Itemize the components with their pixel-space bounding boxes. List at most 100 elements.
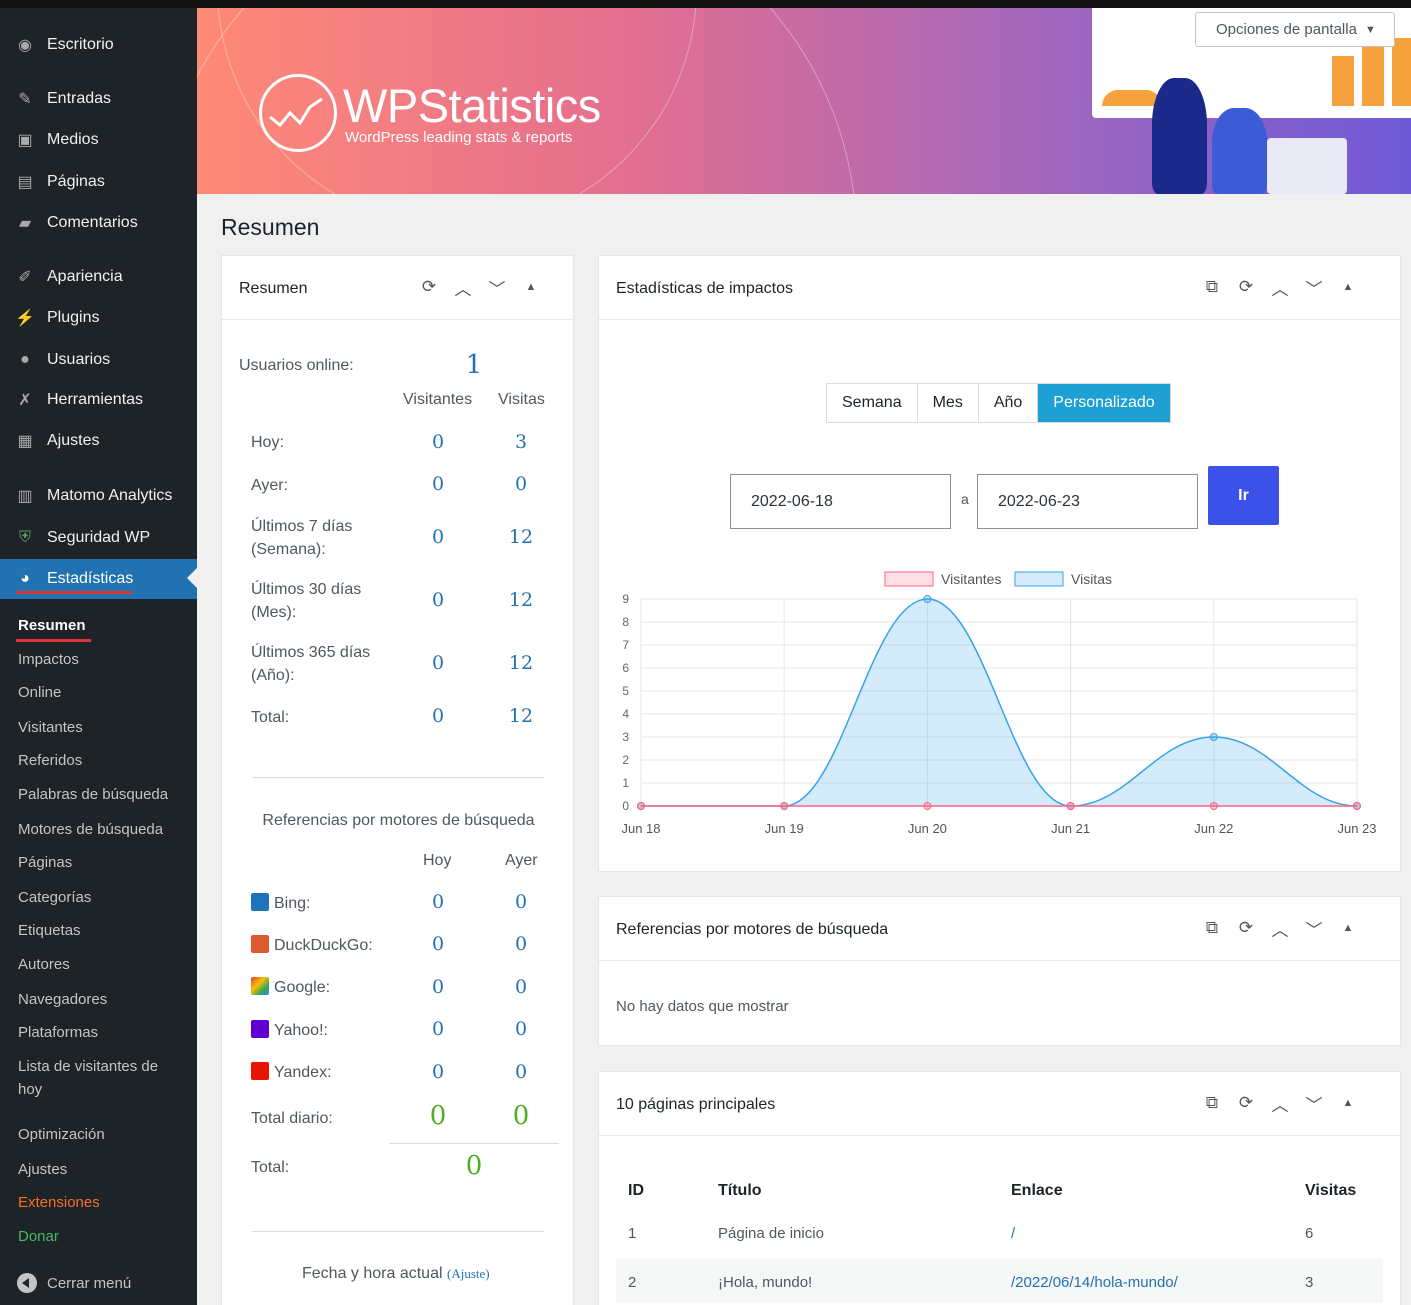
move-down-icon[interactable]: ﹀: [1297, 274, 1331, 300]
collapse-toggle-icon[interactable]: ▲: [1331, 1090, 1365, 1116]
submenu-autores[interactable]: Autores: [18, 956, 70, 973]
page-visits: 6: [1305, 1225, 1314, 1242]
dashboard-icon: ◉: [18, 37, 32, 54]
panel-title: 10 páginas principales: [616, 1096, 776, 1113]
x-tick-label: Jun 22: [1194, 821, 1233, 836]
menu-apariencia[interactable]: ✐ Apariencia: [0, 258, 197, 296]
submenu-lista-visitantes[interactable]: Lista de visitantes de: [18, 1058, 158, 1075]
row-label: Hoy:: [251, 434, 284, 451]
submenu-motores[interactable]: Motores de búsqueda: [18, 821, 163, 838]
submenu-ajustes[interactable]: Ajustes: [18, 1161, 67, 1178]
engine-today: 0: [431, 891, 445, 913]
y-tick-label: 0: [622, 799, 629, 813]
submenu-plataformas[interactable]: Plataformas: [18, 1024, 98, 1041]
move-down-icon[interactable]: ﹀: [1297, 1090, 1331, 1116]
submenu-palabras[interactable]: Palabras de búsqueda: [18, 786, 168, 803]
submenu-categorias[interactable]: Categorías: [18, 889, 91, 906]
submenu-lista-visitantes-hoy[interactable]: hoy: [18, 1081, 42, 1098]
datetime-settings-link[interactable]: (Ajuste): [447, 1266, 490, 1281]
submenu-visitantes[interactable]: Visitantes: [18, 719, 83, 736]
duckduckgo-icon: [251, 935, 269, 953]
menu-matomo[interactable]: ▥ Matomo Analytics: [0, 477, 197, 515]
menu-ajustes[interactable]: ▦ Ajustes: [0, 422, 197, 460]
illustration-person: [1152, 78, 1207, 194]
external-link-icon[interactable]: ⧉: [1195, 274, 1229, 300]
menu-medios[interactable]: ▣ Medios: [0, 121, 197, 159]
menu-escritorio[interactable]: ◉ Escritorio: [0, 26, 197, 64]
menu-usuarios[interactable]: ● Usuarios: [0, 341, 197, 379]
visitors-point: [1066, 802, 1075, 810]
menu-paginas[interactable]: ▤ Páginas: [0, 163, 197, 201]
wp-statistics-banner: WPStatistics WordPress leading stats & r…: [197, 8, 1411, 194]
collapse-toggle-icon[interactable]: ▲: [514, 274, 548, 300]
y-tick-label: 6: [622, 661, 629, 675]
y-tick-label: 3: [622, 730, 629, 744]
menu-seguridad[interactable]: ⛨ Seguridad WP: [0, 519, 197, 557]
period-custom-button[interactable]: Personalizado: [1038, 384, 1170, 422]
menu-label: Ajustes: [47, 432, 100, 449]
screen-options-button[interactable]: Opciones de pantalla ▼: [1195, 12, 1395, 47]
period-year-button[interactable]: Año: [978, 384, 1039, 422]
row-visits: 0: [514, 473, 528, 495]
media-icon: ▣: [17, 132, 33, 149]
submenu-extensiones[interactable]: Extensiones: [18, 1194, 100, 1211]
collapse-toggle-icon[interactable]: ▲: [1331, 274, 1365, 300]
date-from-input[interactable]: 2022-06-18: [730, 474, 951, 529]
move-up-icon[interactable]: ︿: [446, 274, 480, 300]
refresh-icon[interactable]: ⟳: [1229, 274, 1263, 300]
period-month-button[interactable]: Mes: [917, 384, 979, 422]
row-visits: 12: [508, 589, 534, 611]
menu-plugins[interactable]: ⚡ Plugins: [0, 299, 197, 337]
go-button[interactable]: Ir: [1208, 466, 1279, 525]
move-down-icon[interactable]: ﹀: [1297, 915, 1331, 941]
collapse-arrow-icon: [17, 1273, 37, 1293]
x-tick-label: Jun 19: [765, 821, 804, 836]
move-up-icon[interactable]: ︿: [1263, 1090, 1297, 1116]
submenu-navegadores[interactable]: Navegadores: [18, 991, 107, 1008]
menu-label: Matomo Analytics: [47, 487, 173, 504]
menu-label: Páginas: [47, 173, 105, 190]
page-link[interactable]: /2022/06/14/hola-mundo/: [1011, 1274, 1178, 1291]
page-title: ¡Hola, mundo!: [718, 1274, 813, 1291]
panel-title: Resumen: [239, 280, 308, 297]
collapse-toggle-icon[interactable]: ▲: [1331, 915, 1365, 941]
period-week-button[interactable]: Semana: [827, 384, 918, 422]
refresh-icon[interactable]: ⟳: [1229, 1090, 1263, 1116]
submenu-referidos[interactable]: Referidos: [18, 752, 82, 769]
menu-entradas[interactable]: ✎ Entradas: [0, 80, 197, 118]
row-label: Últimos 30 días: [251, 581, 362, 598]
datetime-label: Fecha y hora actual: [302, 1265, 443, 1282]
submenu-etiquetas[interactable]: Etiquetas: [18, 922, 81, 939]
menu-herramientas[interactable]: ✗ Herramientas: [0, 381, 197, 419]
external-link-icon[interactable]: ⧉: [1195, 915, 1229, 941]
summary-panel: Resumen ⟳ ︿ ﹀ ▲ Usuarios online: 1 Visit…: [221, 255, 574, 1305]
visitors-point: [1209, 802, 1218, 810]
wrench-icon: ✗: [18, 392, 32, 409]
move-up-icon[interactable]: ︿: [1263, 274, 1297, 300]
row-visitors: 0: [431, 589, 445, 611]
x-tick-label: Jun 21: [1051, 821, 1090, 836]
row-label-sub: (Mes):: [251, 604, 297, 621]
row-visits: 3: [514, 431, 528, 453]
date-to-input[interactable]: 2022-06-23: [977, 474, 1198, 529]
page-link[interactable]: /: [1011, 1225, 1015, 1242]
refresh-icon[interactable]: ⟳: [412, 274, 446, 300]
banner-title: WPStatistics: [343, 79, 601, 132]
external-link-icon[interactable]: ⧉: [1195, 1090, 1229, 1116]
daily-total-label: Total diario:: [251, 1110, 333, 1127]
collapse-menu-button[interactable]: Cerrar menú: [0, 1261, 197, 1305]
submenu-resumen[interactable]: Resumen: [18, 617, 86, 634]
move-down-icon[interactable]: ﹀: [480, 274, 514, 300]
menu-comentarios[interactable]: ▰ Comentarios: [0, 204, 197, 242]
submenu-online[interactable]: Online: [18, 684, 61, 701]
move-up-icon[interactable]: ︿: [1263, 915, 1297, 941]
submenu-donar[interactable]: Donar: [18, 1228, 59, 1245]
submenu-optimizacion[interactable]: Optimización: [18, 1126, 105, 1143]
submenu-impactos[interactable]: Impactos: [18, 651, 79, 668]
menu-label: Comentarios: [47, 214, 138, 231]
x-tick-label: Jun 18: [621, 821, 660, 836]
refresh-icon[interactable]: ⟳: [1229, 915, 1263, 941]
col-visitors-header: Visitantes: [403, 391, 473, 408]
row-visitors: 0: [431, 526, 445, 548]
submenu-paginas[interactable]: Páginas: [18, 854, 72, 871]
